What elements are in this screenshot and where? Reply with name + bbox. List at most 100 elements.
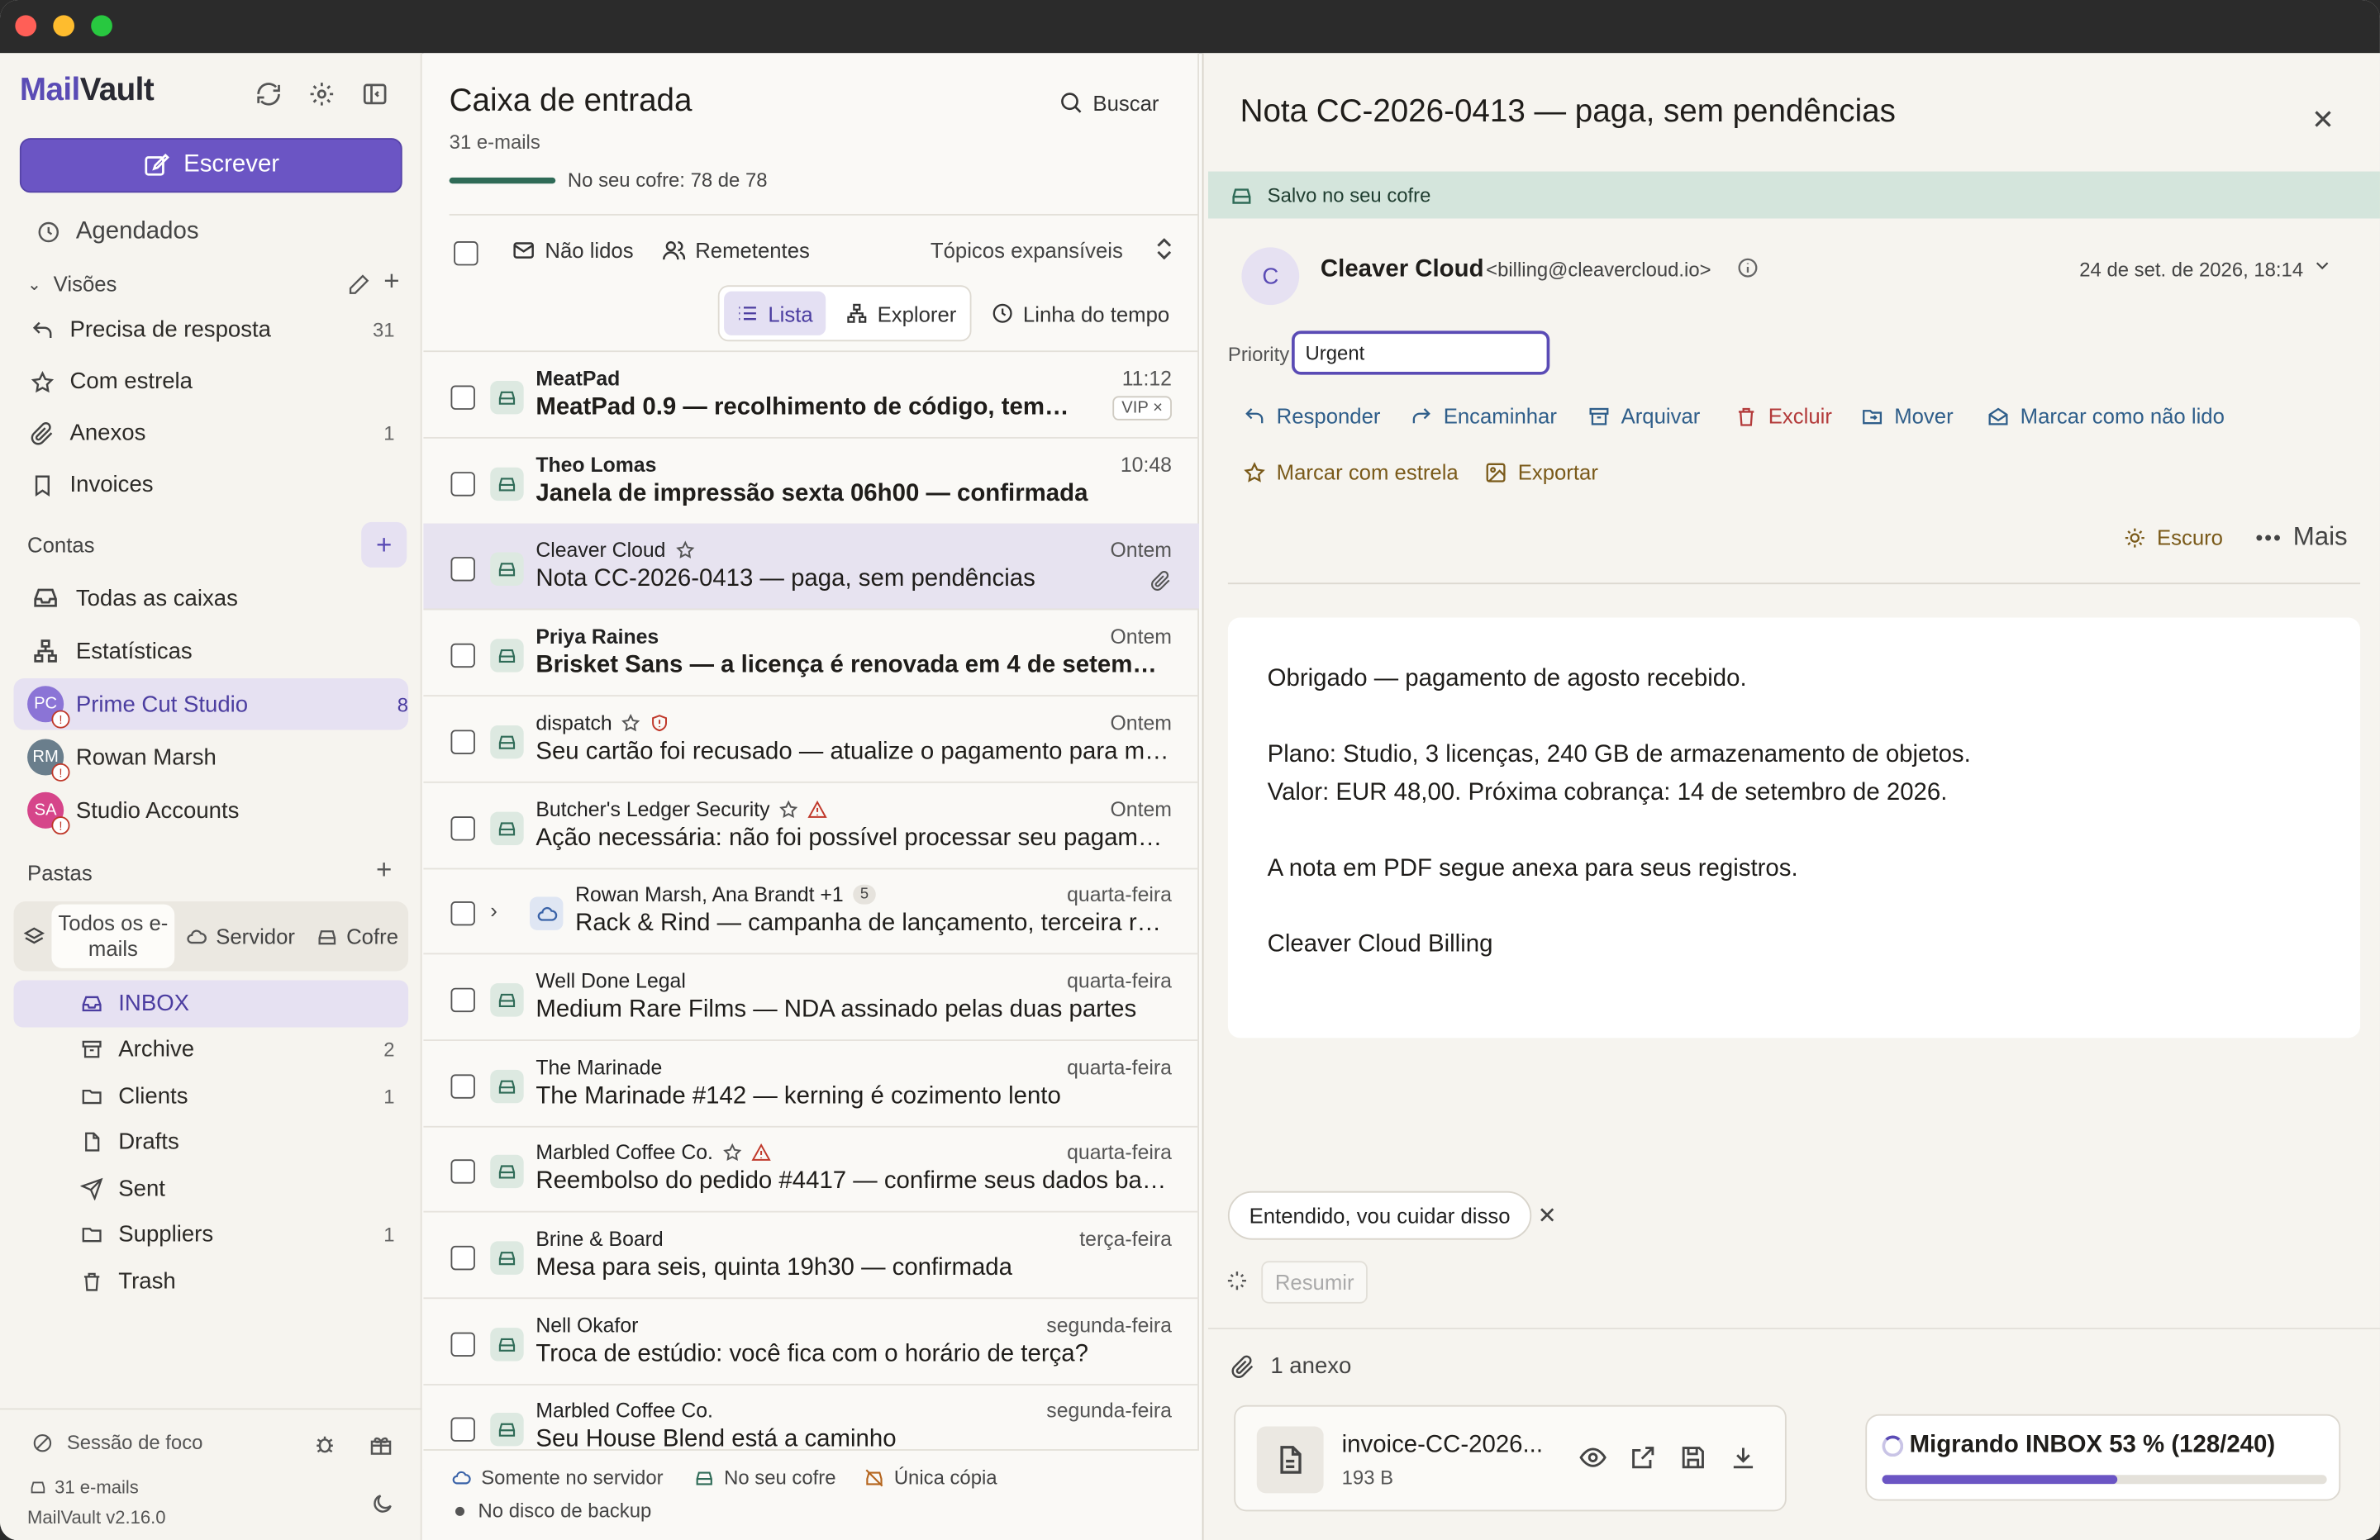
- dismiss-suggestion-icon[interactable]: ✕: [1538, 1202, 1557, 1229]
- sort-icon[interactable]: [1155, 238, 1173, 260]
- row-checkbox[interactable]: [450, 471, 475, 497]
- summarize-button[interactable]: Resumir: [1261, 1261, 1368, 1304]
- mail-row[interactable]: Theo Lomas Janela de impressão sexta 06h0…: [423, 438, 1199, 525]
- tab-vault[interactable]: Cofre: [306, 905, 408, 968]
- sidebar-item-invoices[interactable]: Invoices: [27, 472, 450, 497]
- row-checkbox[interactable]: [450, 1073, 475, 1099]
- attachment-card[interactable]: invoice-CC-2026... 193 B: [1234, 1405, 1787, 1512]
- eye-icon[interactable]: [1578, 1443, 1607, 1472]
- sender-label: Priya Raines: [536, 625, 659, 649]
- account-studio-accounts[interactable]: SA! Studio Accounts: [27, 791, 450, 835]
- row-checkbox[interactable]: [450, 901, 475, 926]
- sidebar-item-statistics[interactable]: Estatísticas: [31, 637, 453, 664]
- minimize-window-button[interactable]: [53, 15, 74, 37]
- row-checkbox[interactable]: [450, 1332, 475, 1357]
- filter-unread[interactable]: Não lidos: [512, 238, 634, 263]
- vip-badge[interactable]: VIP ×: [1112, 396, 1172, 421]
- sidebar-item-attachments[interactable]: Anexos 1: [27, 421, 450, 446]
- mail-row[interactable]: Nell Okafor Troca de estúdio: você fica c…: [423, 1299, 1199, 1386]
- moon-icon[interactable]: [369, 1490, 396, 1518]
- spinner-icon: [1882, 1435, 1904, 1457]
- mail-row[interactable]: Priya Raines Brisket Sans — a licença é r…: [423, 611, 1199, 697]
- forward-button[interactable]: Encaminhar: [1410, 404, 1557, 428]
- mail-row[interactable]: Marbled Coffee Co. Reembolso do pedido #4…: [423, 1126, 1199, 1214]
- sidebar-item-starred[interactable]: Com estrela: [27, 368, 450, 395]
- add-view-button[interactable]: +: [378, 265, 405, 296]
- row-checkbox[interactable]: [450, 730, 475, 754]
- account-rowan-marsh[interactable]: RM! Rowan Marsh: [27, 739, 450, 782]
- filter-senders[interactable]: Remetentes: [662, 238, 810, 263]
- row-checkbox[interactable]: [450, 1159, 475, 1185]
- delete-button[interactable]: Excluir: [1735, 404, 1832, 428]
- mail-row[interactable]: › Rowan Marsh, Ana Brandt +1 5 Rack & Rind …: [423, 868, 1199, 955]
- move-icon: [1863, 409, 1883, 424]
- collapse-sidebar-icon[interactable]: [358, 78, 391, 111]
- mail-row[interactable]: dispatch Seu cartão foi recusado — atuali…: [423, 696, 1199, 783]
- add-account-button[interactable]: +: [361, 521, 407, 568]
- close-window-button[interactable]: [15, 15, 37, 37]
- mail-row[interactable]: The Marinade The Marinade #142 — kerning …: [423, 1040, 1199, 1127]
- dark-mode-toggle[interactable]: Escuro: [2124, 525, 2223, 549]
- mail-row[interactable]: MeatPad MeatPad 0.9 — recolhimento de cód…: [423, 352, 1199, 439]
- export-button[interactable]: Exportar: [1484, 460, 1598, 484]
- clock-icon: [992, 303, 1012, 323]
- reply-button[interactable]: Responder: [1243, 404, 1380, 428]
- attachment-name: invoice-CC-2026...: [1341, 1432, 1544, 1459]
- compose-button[interactable]: Escrever: [19, 138, 402, 193]
- sender-name[interactable]: Cleaver Cloud: [1321, 256, 1484, 283]
- sidebar-item-needs-reply[interactable]: Precisa de resposta 31: [27, 317, 450, 343]
- info-icon[interactable]: [1736, 256, 1759, 279]
- more-button[interactable]: ••• Mais: [2255, 522, 2347, 553]
- row-checkbox[interactable]: [450, 643, 475, 668]
- row-checkbox[interactable]: [450, 815, 475, 840]
- move-button[interactable]: Mover: [1861, 404, 1954, 428]
- search-button[interactable]: Buscar: [1058, 89, 1159, 115]
- storage-legend: Somente no servidor No seu cofre Única c…: [423, 1449, 1199, 1540]
- archive-button[interactable]: Arquivar: [1587, 404, 1700, 428]
- row-checkbox[interactable]: [450, 1245, 475, 1271]
- zoom-window-button[interactable]: [91, 15, 112, 37]
- tab-server[interactable]: Servidor: [174, 905, 306, 968]
- expand-thread-icon[interactable]: ›: [490, 899, 497, 923]
- star-icon[interactable]: [779, 799, 799, 819]
- star-icon[interactable]: [621, 713, 641, 733]
- select-all-checkbox[interactable]: [454, 241, 478, 266]
- sync-icon[interactable]: [252, 78, 285, 111]
- priority-input[interactable]: [1292, 330, 1550, 375]
- star-icon[interactable]: [674, 541, 694, 561]
- mark-unread-button[interactable]: Marcar como não lido: [1987, 404, 2225, 428]
- gift-icon[interactable]: [367, 1431, 394, 1458]
- mail-row[interactable]: Cleaver Cloud Nota CC-2026-0413 — paga, s…: [423, 524, 1199, 611]
- vault-progress-bar: [449, 177, 556, 184]
- tab-all-emails[interactable]: Todos os e-mails: [51, 904, 175, 968]
- quick-reply-suggestion[interactable]: Entendido, vou cuidar disso: [1227, 1191, 1532, 1240]
- mail-row[interactable]: Butcher's Ledger Security Ação necessária…: [423, 782, 1199, 869]
- view-list-button[interactable]: Lista: [724, 291, 826, 335]
- save-icon[interactable]: [1678, 1443, 1707, 1472]
- view-timeline-button[interactable]: Linha do tempo: [979, 292, 1182, 335]
- mail-row[interactable]: Well Done Legal Medium Rare Films — NDA a…: [423, 954, 1199, 1041]
- gear-icon[interactable]: [305, 78, 338, 111]
- external-link-icon[interactable]: [1629, 1443, 1658, 1472]
- row-checkbox[interactable]: [450, 385, 475, 410]
- star-button[interactable]: Marcar com estrela: [1243, 460, 1459, 484]
- sidebar-item-scheduled[interactable]: Agendados: [33, 218, 455, 245]
- sidebar-item-all-inboxes[interactable]: Todas as caixas: [31, 584, 453, 611]
- row-checkbox[interactable]: [450, 557, 475, 582]
- row-checkbox[interactable]: [450, 1418, 475, 1443]
- download-icon[interactable]: [1729, 1443, 1758, 1472]
- title-bar: [0, 0, 2380, 54]
- add-folder-button[interactable]: +: [370, 853, 397, 884]
- close-icon[interactable]: ✕: [2311, 105, 2335, 137]
- row-checkbox[interactable]: [450, 987, 475, 1012]
- star-icon[interactable]: [722, 1143, 742, 1163]
- chevron-down-icon[interactable]: [2311, 255, 2333, 277]
- view-explorer-button[interactable]: Explorer: [833, 292, 969, 335]
- sender-label: MeatPad: [536, 367, 621, 391]
- mail-row[interactable]: Brine & Board Mesa para seis, quinta 19h3…: [423, 1213, 1199, 1300]
- filter-expandable-topics[interactable]: Tópicos expansíveis: [931, 238, 1123, 262]
- bug-icon[interactable]: [312, 1431, 339, 1458]
- edit-views-icon[interactable]: [345, 270, 372, 297]
- account-prime-cut-studio[interactable]: PC! Prime Cut Studio 8: [27, 686, 450, 729]
- vault-icon: [490, 1327, 524, 1361]
